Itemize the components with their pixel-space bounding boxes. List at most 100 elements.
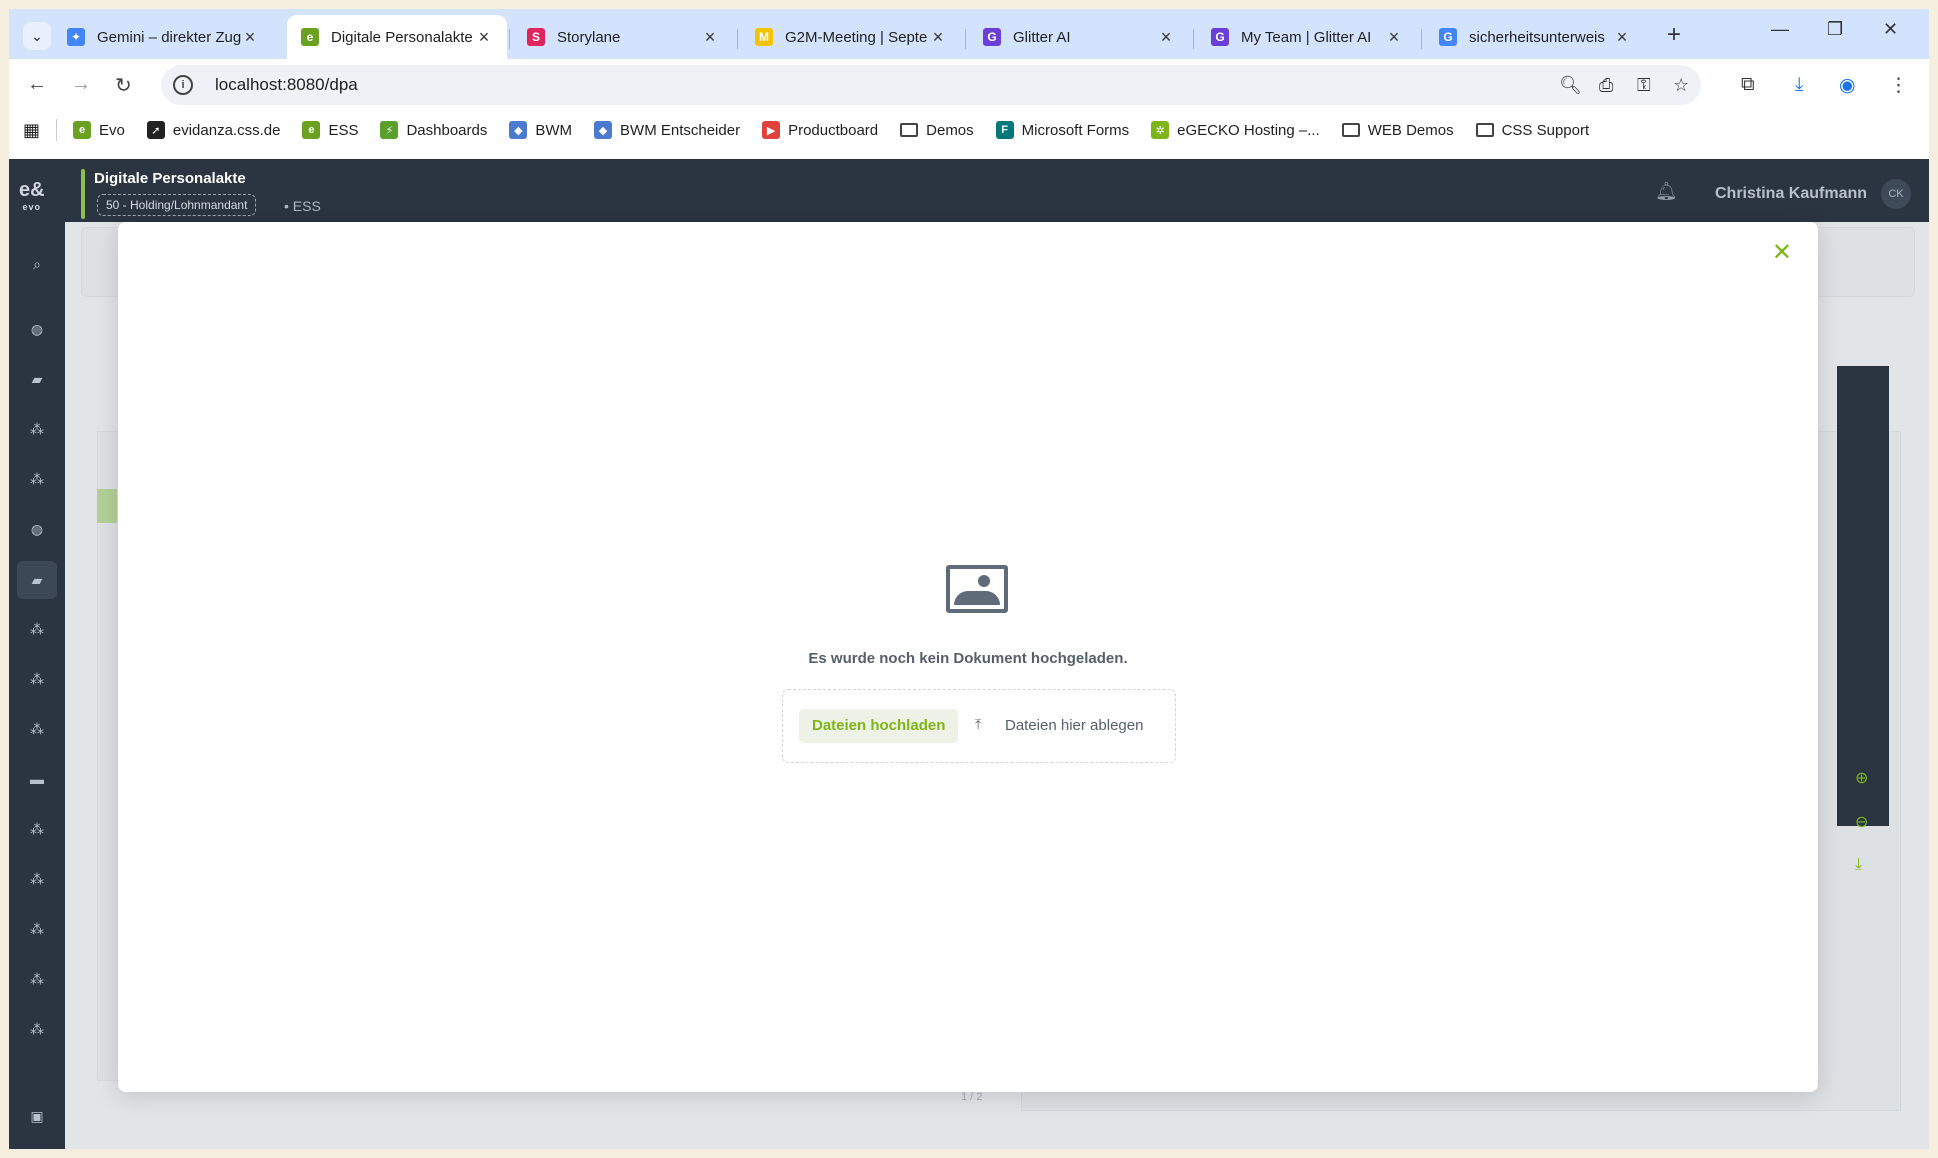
bookmark-favicon-icon: e <box>73 121 92 139</box>
back-icon[interactable]: ← <box>27 73 47 96</box>
bookmark-item[interactable]: ✲ eGECKO Hosting –... <box>1151 121 1320 139</box>
image-hill-shape <box>954 591 1000 605</box>
user-name[interactable]: Christina Kaufmann <box>1715 185 1867 203</box>
folder-open-icon-active[interactable]: ▰ <box>17 561 57 599</box>
bookmark-item[interactable]: ◆ BWM Entscheider <box>594 121 740 139</box>
close-window-icon[interactable]: ✕ <box>1883 19 1898 40</box>
bookmark-item[interactable]: e ESS <box>302 121 358 139</box>
bookmark-star-icon[interactable]: ☆ <box>1673 75 1689 96</box>
tab-close-icon[interactable]: × <box>1613 27 1631 48</box>
bookmarks-divider <box>56 119 58 141</box>
module-icon[interactable]: ⁂ <box>25 667 49 691</box>
zoom-in-icon[interactable]: ⊕ <box>1855 768 1868 788</box>
bookmark-item[interactable]: WEB Demos <box>1341 121 1454 139</box>
bookmark-favicon-icon: ◆ <box>509 121 528 139</box>
tab-close-icon[interactable]: × <box>701 27 719 48</box>
site-info-icon[interactable]: i <box>173 75 193 95</box>
upload-icon: ⤒ <box>975 716 982 732</box>
tab-close-icon[interactable]: × <box>475 27 493 48</box>
bookmark-label: eGECKO Hosting –... <box>1177 121 1320 139</box>
install-app-icon[interactable]: ⎙ <box>1599 75 1613 96</box>
tab-1[interactable]: ✦ Gemini – direkter Zug × <box>53 15 273 59</box>
tab-3[interactable]: S Storylane × <box>513 15 733 59</box>
bookmark-item[interactable]: ◆ BWM <box>509 121 572 139</box>
evo-icon: e <box>301 28 319 46</box>
search-icon[interactable]: ⌕ <box>25 252 49 276</box>
password-key-icon[interactable]: ⚿ <box>1637 75 1651 96</box>
folder-open-icon[interactable]: ▰ <box>25 367 49 391</box>
tab-6[interactable]: G My Team | Glitter AI × <box>1197 15 1417 59</box>
minimize-icon[interactable]: — <box>1771 19 1789 40</box>
folder-icon <box>1341 123 1360 137</box>
bookmark-item[interactable]: F Microsoft Forms <box>995 121 1130 139</box>
preview-toolbar: ⊕ ⊖ ⤓ <box>1837 366 1889 873</box>
tab-separator <box>965 29 966 49</box>
menu-icon[interactable]: ⋮ <box>1889 74 1908 97</box>
image-placeholder-icon <box>946 565 1008 613</box>
module-icon[interactable]: ⁂ <box>25 967 49 991</box>
tab-4[interactable]: M G2M-Meeting | Septe × <box>741 15 961 59</box>
user-avatar[interactable]: CK <box>1881 179 1911 209</box>
tab-separator <box>1193 29 1194 49</box>
restore-icon[interactable]: ❐ <box>1827 19 1843 40</box>
bookmark-label: BWM Entscheider <box>620 121 741 139</box>
reload-icon[interactable]: ↻ <box>115 73 132 98</box>
app-title: Digitale Personalakte <box>94 170 246 187</box>
upload-files-button[interactable]: Dateien hochladen <box>799 709 959 743</box>
module-icon[interactable]: ⁂ <box>25 417 49 441</box>
bookmark-favicon-icon: ▶ <box>762 121 781 139</box>
bookmark-favicon-icon: F <box>995 121 1014 139</box>
module-icon[interactable]: ⁂ <box>25 617 49 641</box>
zoom-out-icon[interactable]: ⊖ <box>1855 812 1868 832</box>
bookmark-item[interactable]: Demos <box>900 121 974 139</box>
module-icon[interactable]: ⁂ <box>25 867 49 891</box>
mandant-badge[interactable]: 50 - Holding/Lohnmandant <box>97 194 257 216</box>
module-icon[interactable]: ⁂ <box>25 1017 49 1041</box>
tab-strip: ⌄ ✦ Gemini – direkter Zug × e Digitale Perso… <box>9 9 1929 59</box>
bookmark-item[interactable]: ➚ evidanza.css.de <box>146 121 280 139</box>
tab-close-icon[interactable]: × <box>241 27 259 48</box>
tab-close-icon[interactable]: × <box>1385 27 1403 48</box>
tab-close-icon[interactable]: × <box>1157 27 1175 48</box>
module-icon[interactable]: ⁂ <box>25 467 49 491</box>
glitter-icon: G <box>983 28 1001 46</box>
tab-search-button[interactable]: ⌄ <box>23 22 51 50</box>
www-icon[interactable]: ◍ <box>25 517 49 541</box>
storylane-icon: S <box>527 28 545 46</box>
www-icon[interactable]: ◍ <box>25 317 49 341</box>
tab-7[interactable]: Gsicherheitsunterweis × <box>1425 15 1645 59</box>
module-icon[interactable]: ⁂ <box>25 717 49 741</box>
tab-close-icon[interactable]: × <box>929 27 947 48</box>
bookmark-label: CSS Support <box>1501 121 1590 139</box>
module-icon[interactable]: ⁂ <box>25 917 49 941</box>
tab-5[interactable]: G Glitter AI × <box>969 15 1189 59</box>
tab-2[interactable]: e Digitale Personalakte × <box>287 15 507 59</box>
forward-icon[interactable]: → <box>71 73 91 96</box>
address-bar[interactable]: i localhost:8080/dpa 🔍︎ ⎙ ⚿ ☆ <box>161 65 1701 105</box>
tab-separator <box>737 29 738 49</box>
url-text[interactable]: localhost:8080/dpa <box>215 75 358 95</box>
bookmark-item[interactable]: e Evo <box>73 121 125 139</box>
notification-bell-icon[interactable]: 🔔︎ <box>1655 181 1678 202</box>
bookmark-item[interactable]: CSS Support <box>1475 121 1590 139</box>
file-dropzone[interactable]: Dateien hochladen ⤒ Dateien hier ablegen <box>782 689 1176 763</box>
bookmark-item[interactable]: ▶ Productboard <box>762 121 878 139</box>
new-tab-button[interactable]: + <box>1667 21 1681 49</box>
folder-icon[interactable]: ▬ <box>25 767 49 791</box>
apps-grid-icon[interactable]: ▦ <box>23 120 40 141</box>
app-header: Digitale Personalakte 50 - Holding/Lohnm… <box>9 159 1929 222</box>
module-icon[interactable]: ⁂ <box>25 817 49 841</box>
extensions-icon[interactable]: ⧉ <box>1741 74 1755 96</box>
download-icon[interactable]: ⤓ <box>1855 856 1862 874</box>
collapse-sidebar-icon[interactable]: ▣ <box>25 1104 49 1128</box>
module-label: • ESS <box>284 198 321 214</box>
zoom-icon[interactable]: 🔍︎ <box>1559 75 1582 96</box>
bookmark-label: WEB Demos <box>1367 121 1454 139</box>
google-icon: G <box>1439 28 1457 46</box>
bookmark-item[interactable]: ⚡ Dashboards <box>380 121 487 139</box>
image-sun-shape <box>978 575 990 587</box>
bookmark-label: Microsoft Forms <box>1021 121 1130 139</box>
close-icon[interactable]: ✕ <box>1772 238 1792 267</box>
profile-icon[interactable]: ◉ <box>1839 74 1856 97</box>
downloads-icon[interactable]: ⤓ <box>1795 74 1803 96</box>
